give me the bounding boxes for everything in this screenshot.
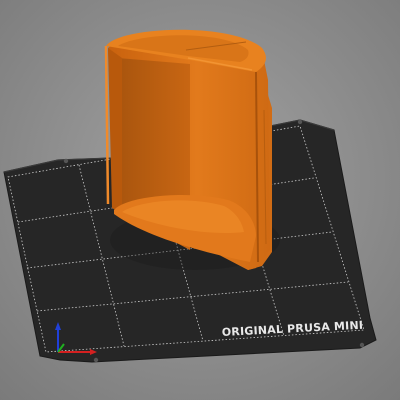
bed-mount-hole (359, 342, 365, 348)
scene-canvas[interactable]: ORIGINAL PRUSA MINI (0, 0, 400, 400)
3d-viewport[interactable]: ORIGINAL PRUSA MINI (0, 0, 400, 400)
bed-mount-hole (297, 119, 303, 125)
bed-mount-hole (63, 158, 69, 164)
bed-mount-hole (93, 357, 99, 363)
3d-model[interactable] (104, 29, 280, 270)
